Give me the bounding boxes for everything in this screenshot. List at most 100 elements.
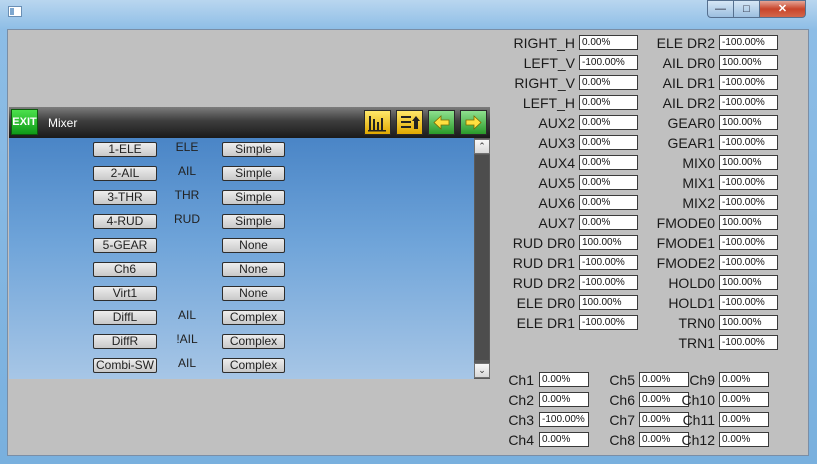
input-value-field[interactable]: 100.00%	[719, 155, 778, 170]
channel-button[interactable]: 4-RUD	[93, 214, 157, 229]
input-value-field[interactable]: 100.00%	[719, 275, 778, 290]
output-value-field[interactable]: 0.00%	[539, 372, 589, 387]
input-value-field[interactable]: 0.00%	[579, 135, 638, 150]
channel-button[interactable]: Ch6	[93, 262, 157, 277]
prev-page-button[interactable]	[428, 110, 455, 135]
mix-mode-button[interactable]: None	[222, 238, 285, 253]
output-value-field[interactable]: 0.00%	[639, 412, 689, 427]
mix-mode-button[interactable]: Simple	[222, 214, 285, 229]
input-value-field[interactable]: 0.00%	[579, 35, 638, 50]
output-label: Ch3	[508, 412, 534, 428]
input-value-field[interactable]: 0.00%	[579, 95, 638, 110]
input-value-field[interactable]: -100.00%	[719, 135, 778, 150]
reorder-list-icon	[401, 116, 420, 129]
arrow-left-icon	[433, 115, 450, 130]
scroll-down-button[interactable]: ⌄	[474, 363, 490, 378]
input-label: MIX1	[682, 175, 715, 191]
output-value-field[interactable]: 0.00%	[719, 372, 769, 387]
title-bar[interactable]: — □ ✕	[0, 0, 817, 22]
reorder-button[interactable]	[396, 110, 423, 135]
monitor-button[interactable]	[364, 110, 391, 135]
input-label: AUX6	[538, 195, 575, 211]
output-value-field[interactable]: -100.00%	[539, 412, 589, 427]
output-label: Ch11	[682, 412, 715, 428]
channel-button[interactable]: 2-AIL	[93, 166, 157, 181]
close-button[interactable]: ✕	[759, 0, 806, 18]
input-value-field[interactable]: 0.00%	[579, 195, 638, 210]
input-value-field[interactable]: -100.00%	[579, 275, 638, 290]
output-label: Ch6	[609, 392, 635, 408]
scroll-up-button[interactable]: ⌃	[474, 139, 490, 154]
channel-button[interactable]: 1-ELE	[93, 142, 157, 157]
output-value-field[interactable]: 0.00%	[719, 432, 769, 447]
input-value-field[interactable]: -100.00%	[719, 195, 778, 210]
output-label: Ch12	[681, 432, 715, 448]
input-value-field[interactable]: -100.00%	[719, 295, 778, 310]
scroll-thumb[interactable]	[475, 155, 489, 360]
input-value-field[interactable]: -100.00%	[719, 255, 778, 270]
channel-button[interactable]: 3-THR	[93, 190, 157, 205]
output-value-field[interactable]: 0.00%	[719, 412, 769, 427]
input-value-field[interactable]: 0.00%	[579, 155, 638, 170]
minimize-icon: —	[715, 3, 726, 15]
arrow-right-icon	[465, 115, 482, 130]
mix-mode-button[interactable]: Simple	[222, 166, 285, 181]
page-title: Mixer	[48, 116, 78, 130]
channel-button[interactable]: DiffL	[93, 310, 157, 325]
input-value-field[interactable]: -100.00%	[719, 95, 778, 110]
channel-source: AIL	[177, 164, 196, 178]
input-label: RIGHT_V	[514, 75, 575, 91]
input-label: TRN0	[678, 315, 715, 331]
input-value-field[interactable]: 100.00%	[579, 295, 638, 310]
maximize-button[interactable]: □	[733, 0, 760, 18]
mix-mode-button[interactable]: None	[222, 286, 285, 301]
output-label: Ch5	[609, 372, 635, 388]
input-value-field[interactable]: -100.00%	[719, 175, 778, 190]
output-label: Ch2	[508, 392, 534, 408]
output-value-field[interactable]: 0.00%	[719, 392, 769, 407]
mixer-channel-list: 1-ELE ELE Simple 2-AIL AIL Simple 3-THR THR Simp…	[9, 138, 477, 379]
input-value-field[interactable]: -100.00%	[719, 75, 778, 90]
output-value-field[interactable]: 0.00%	[639, 372, 689, 387]
input-value-field[interactable]: -100.00%	[719, 35, 778, 50]
exit-button[interactable]: EXIT	[11, 109, 38, 135]
mix-mode-button[interactable]: Complex	[222, 310, 285, 325]
channel-source: !AIL	[176, 332, 198, 346]
input-value-field[interactable]: -100.00%	[719, 235, 778, 250]
next-page-button[interactable]	[460, 110, 487, 135]
input-value-field[interactable]: 100.00%	[579, 235, 638, 250]
mixer-scrollbar[interactable]: ⌃ ⌄	[474, 138, 490, 379]
chevron-up-icon: ⌃	[478, 141, 486, 151]
input-value-field[interactable]: -100.00%	[579, 315, 638, 330]
minimize-button[interactable]: —	[707, 0, 734, 18]
mix-mode-button[interactable]: Complex	[222, 358, 285, 373]
input-value-field[interactable]: 0.00%	[579, 75, 638, 90]
input-label: AUX7	[538, 215, 575, 231]
input-value-field[interactable]: -100.00%	[579, 255, 638, 270]
input-value-field[interactable]: 100.00%	[719, 55, 778, 70]
input-value-field[interactable]: 0.00%	[579, 215, 638, 230]
output-value-field[interactable]: 0.00%	[539, 432, 589, 447]
input-label: AIL DR0	[662, 55, 715, 71]
input-value-field[interactable]: -100.00%	[579, 55, 638, 70]
channel-button[interactable]: Combi-SW	[93, 358, 157, 373]
mix-mode-button[interactable]: Complex	[222, 334, 285, 349]
input-value-field[interactable]: 100.00%	[719, 215, 778, 230]
channel-button[interactable]: DiffR	[93, 334, 157, 349]
output-value-field[interactable]: 0.00%	[539, 392, 589, 407]
channel-button[interactable]: 5-GEAR	[93, 238, 157, 253]
mix-mode-button[interactable]: Simple	[222, 190, 285, 205]
input-value-field[interactable]: 100.00%	[719, 115, 778, 130]
input-label: MIX2	[682, 195, 715, 211]
bar-chart-icon	[368, 116, 386, 132]
channel-button[interactable]: Virt1	[93, 286, 157, 301]
mix-mode-button[interactable]: Simple	[222, 142, 285, 157]
output-label: Ch9	[689, 372, 715, 388]
mix-mode-button[interactable]: None	[222, 262, 285, 277]
input-value-field[interactable]: 100.00%	[719, 315, 778, 330]
input-value-field[interactable]: 0.00%	[579, 115, 638, 130]
input-value-field[interactable]: -100.00%	[719, 335, 778, 350]
mixer-row: 1-ELE ELE Simple	[9, 138, 477, 162]
input-value-field[interactable]: 0.00%	[579, 175, 638, 190]
input-label: ELE DR2	[656, 35, 715, 51]
